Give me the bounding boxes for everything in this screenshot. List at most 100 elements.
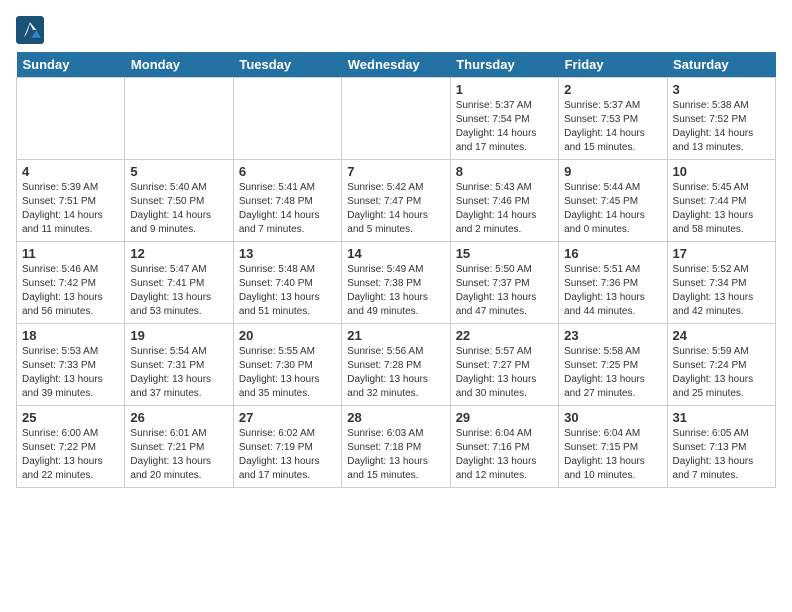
day-cell: 21 Sunrise: 5:56 AM Sunset: 7:28 PM Dayli… <box>342 324 450 406</box>
day-info: Sunrise: 5:57 AM Sunset: 7:27 PM Dayligh… <box>456 345 553 401</box>
day-cell: 4 Sunrise: 5:39 AM Sunset: 7:51 PM Daylig… <box>17 160 125 242</box>
col-header-monday: Monday <box>125 52 233 78</box>
logo-icon <box>16 16 44 44</box>
day-info: Sunrise: 5:48 AM Sunset: 7:40 PM Dayligh… <box>239 263 336 319</box>
header <box>16 16 776 44</box>
day-info: Sunrise: 5:45 AM Sunset: 7:44 PM Dayligh… <box>673 181 770 237</box>
day-cell: 28 Sunrise: 6:03 AM Sunset: 7:18 PM Dayli… <box>342 406 450 488</box>
col-header-sunday: Sunday <box>17 52 125 78</box>
day-number: 11 <box>22 246 119 261</box>
day-cell <box>342 78 450 160</box>
day-cell <box>125 78 233 160</box>
day-cell: 24Sunrise: 5:59 AM Sunset: 7:24 PM Dayli… <box>667 324 775 406</box>
day-info: Sunrise: 5:39 AM Sunset: 7:51 PM Dayligh… <box>22 181 119 237</box>
day-cell: 25 Sunrise: 6:00 AM Sunset: 7:22 PM Dayli… <box>17 406 125 488</box>
day-number: 31 <box>673 410 770 425</box>
day-number: 6 <box>239 164 336 179</box>
day-number: 15 <box>456 246 553 261</box>
day-info: Sunrise: 6:04 AM Sunset: 7:15 PM Dayligh… <box>564 427 661 483</box>
day-cell: 5 Sunrise: 5:40 AM Sunset: 7:50 PM Daylig… <box>125 160 233 242</box>
day-number: 14 <box>347 246 444 261</box>
day-number: 16 <box>564 246 661 261</box>
day-number: 1 <box>456 82 553 97</box>
col-header-wednesday: Wednesday <box>342 52 450 78</box>
day-info: Sunrise: 5:42 AM Sunset: 7:47 PM Dayligh… <box>347 181 444 237</box>
day-info: Sunrise: 5:53 AM Sunset: 7:33 PM Dayligh… <box>22 345 119 401</box>
day-cell: 22Sunrise: 5:57 AM Sunset: 7:27 PM Dayli… <box>450 324 558 406</box>
day-number: 17 <box>673 246 770 261</box>
week-row-1: 1 Sunrise: 5:37 AM Sunset: 7:54 PM Daylig… <box>17 78 776 160</box>
day-number: 3 <box>673 82 770 97</box>
day-info: Sunrise: 6:02 AM Sunset: 7:19 PM Dayligh… <box>239 427 336 483</box>
day-info: Sunrise: 5:40 AM Sunset: 7:50 PM Dayligh… <box>130 181 227 237</box>
day-number: 7 <box>347 164 444 179</box>
day-cell: 9 Sunrise: 5:44 AM Sunset: 7:45 PM Daylig… <box>559 160 667 242</box>
day-cell: 31 Sunrise: 6:05 AM Sunset: 7:13 PM Dayli… <box>667 406 775 488</box>
day-cell: 15 Sunrise: 5:50 AM Sunset: 7:37 PM Dayli… <box>450 242 558 324</box>
day-number: 4 <box>22 164 119 179</box>
day-info: Sunrise: 6:00 AM Sunset: 7:22 PM Dayligh… <box>22 427 119 483</box>
day-cell: 1 Sunrise: 5:37 AM Sunset: 7:54 PM Daylig… <box>450 78 558 160</box>
day-number: 9 <box>564 164 661 179</box>
day-info: Sunrise: 5:46 AM Sunset: 7:42 PM Dayligh… <box>22 263 119 319</box>
day-cell: 27Sunrise: 6:02 AM Sunset: 7:19 PM Dayli… <box>233 406 341 488</box>
day-info: Sunrise: 5:38 AM Sunset: 7:52 PM Dayligh… <box>673 99 770 155</box>
day-cell: 13 Sunrise: 5:48 AM Sunset: 7:40 PM Dayli… <box>233 242 341 324</box>
day-number: 21 <box>347 328 444 343</box>
day-cell: 23Sunrise: 5:58 AM Sunset: 7:25 PM Dayli… <box>559 324 667 406</box>
day-cell: 11 Sunrise: 5:46 AM Sunset: 7:42 PM Dayli… <box>17 242 125 324</box>
day-cell: 17Sunrise: 5:52 AM Sunset: 7:34 PM Dayli… <box>667 242 775 324</box>
header-row: SundayMondayTuesdayWednesdayThursdayFrid… <box>17 52 776 78</box>
day-number: 20 <box>239 328 336 343</box>
day-cell: 20 Sunrise: 5:55 AM Sunset: 7:30 PM Dayli… <box>233 324 341 406</box>
day-number: 10 <box>673 164 770 179</box>
day-info: Sunrise: 6:03 AM Sunset: 7:18 PM Dayligh… <box>347 427 444 483</box>
day-number: 13 <box>239 246 336 261</box>
day-cell: 7 Sunrise: 5:42 AM Sunset: 7:47 PM Daylig… <box>342 160 450 242</box>
day-info: Sunrise: 5:55 AM Sunset: 7:30 PM Dayligh… <box>239 345 336 401</box>
day-info: Sunrise: 5:50 AM Sunset: 7:37 PM Dayligh… <box>456 263 553 319</box>
day-number: 29 <box>456 410 553 425</box>
day-info: Sunrise: 5:44 AM Sunset: 7:45 PM Dayligh… <box>564 181 661 237</box>
day-info: Sunrise: 6:01 AM Sunset: 7:21 PM Dayligh… <box>130 427 227 483</box>
day-info: Sunrise: 5:56 AM Sunset: 7:28 PM Dayligh… <box>347 345 444 401</box>
day-cell <box>233 78 341 160</box>
day-cell: 19Sunrise: 5:54 AM Sunset: 7:31 PM Dayli… <box>125 324 233 406</box>
week-row-2: 4 Sunrise: 5:39 AM Sunset: 7:51 PM Daylig… <box>17 160 776 242</box>
day-number: 30 <box>564 410 661 425</box>
day-number: 12 <box>130 246 227 261</box>
day-cell: 16 Sunrise: 5:51 AM Sunset: 7:36 PM Dayli… <box>559 242 667 324</box>
day-number: 5 <box>130 164 227 179</box>
day-number: 26 <box>130 410 227 425</box>
day-number: 19 <box>130 328 227 343</box>
day-number: 18 <box>22 328 119 343</box>
day-number: 2 <box>564 82 661 97</box>
day-cell: 14Sunrise: 5:49 AM Sunset: 7:38 PM Dayli… <box>342 242 450 324</box>
day-cell: 8 Sunrise: 5:43 AM Sunset: 7:46 PM Daylig… <box>450 160 558 242</box>
day-cell <box>17 78 125 160</box>
day-number: 8 <box>456 164 553 179</box>
day-cell: 26 Sunrise: 6:01 AM Sunset: 7:21 PM Dayli… <box>125 406 233 488</box>
day-info: Sunrise: 6:05 AM Sunset: 7:13 PM Dayligh… <box>673 427 770 483</box>
day-cell: 6 Sunrise: 5:41 AM Sunset: 7:48 PM Daylig… <box>233 160 341 242</box>
day-cell: 2Sunrise: 5:37 AM Sunset: 7:53 PM Daylig… <box>559 78 667 160</box>
calendar-table: SundayMondayTuesdayWednesdayThursdayFrid… <box>16 52 776 488</box>
day-info: Sunrise: 5:47 AM Sunset: 7:41 PM Dayligh… <box>130 263 227 319</box>
col-header-thursday: Thursday <box>450 52 558 78</box>
day-info: Sunrise: 5:41 AM Sunset: 7:48 PM Dayligh… <box>239 181 336 237</box>
day-info: Sunrise: 5:37 AM Sunset: 7:54 PM Dayligh… <box>456 99 553 155</box>
logo <box>16 16 48 44</box>
day-number: 25 <box>22 410 119 425</box>
day-number: 28 <box>347 410 444 425</box>
day-cell: 30 Sunrise: 6:04 AM Sunset: 7:15 PM Dayli… <box>559 406 667 488</box>
day-info: Sunrise: 5:43 AM Sunset: 7:46 PM Dayligh… <box>456 181 553 237</box>
col-header-tuesday: Tuesday <box>233 52 341 78</box>
day-number: 23 <box>564 328 661 343</box>
day-info: Sunrise: 5:51 AM Sunset: 7:36 PM Dayligh… <box>564 263 661 319</box>
week-row-4: 18 Sunrise: 5:53 AM Sunset: 7:33 PM Dayli… <box>17 324 776 406</box>
week-row-5: 25 Sunrise: 6:00 AM Sunset: 7:22 PM Dayli… <box>17 406 776 488</box>
day-cell: 3 Sunrise: 5:38 AM Sunset: 7:52 PM Daylig… <box>667 78 775 160</box>
col-header-friday: Friday <box>559 52 667 78</box>
day-cell: 18 Sunrise: 5:53 AM Sunset: 7:33 PM Dayli… <box>17 324 125 406</box>
day-cell: 12 Sunrise: 5:47 AM Sunset: 7:41 PM Dayli… <box>125 242 233 324</box>
